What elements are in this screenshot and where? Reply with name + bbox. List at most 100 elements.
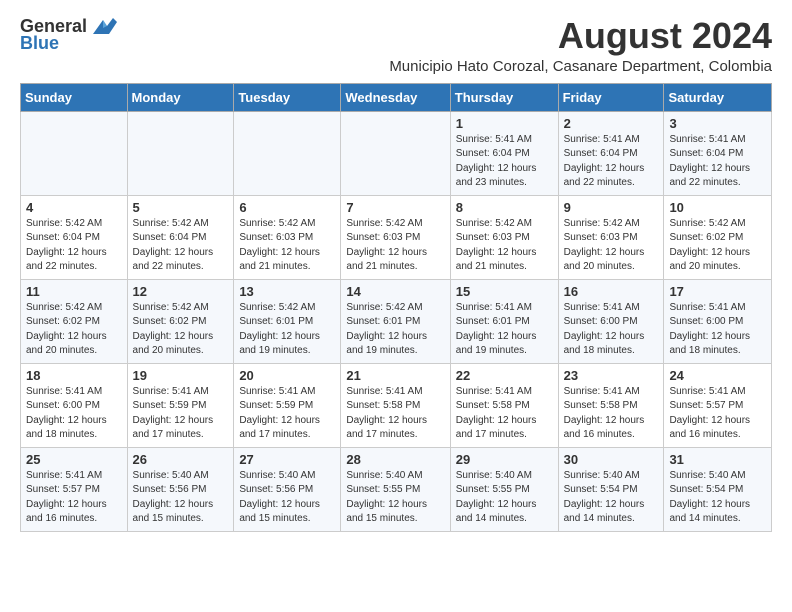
calendar-cell: 11 Sunrise: 5:42 AM Sunset: 6:02 PM Dayli… [21, 279, 128, 363]
calendar-cell: 10 Sunrise: 5:42 AM Sunset: 6:02 PM Dayli… [664, 195, 772, 279]
calendar-cell: 7Sunrise: 5:42 AM Sunset: 6:03 PM Daylig… [341, 195, 450, 279]
calendar-cell: 14 Sunrise: 5:42 AM Sunset: 6:01 PM Dayli… [341, 279, 450, 363]
calendar-cell: 1 Sunrise: 5:41 AM Sunset: 6:04 PM Daylig… [450, 111, 558, 195]
calendar-cell: 19 Sunrise: 5:41 AM Sunset: 5:59 PM Dayli… [127, 363, 234, 447]
day-number: 18 [26, 368, 122, 383]
calendar-cell: 30 Sunrise: 5:40 AM Sunset: 5:54 PM Dayli… [558, 447, 664, 531]
calendar-cell: 9 Sunrise: 5:42 AM Sunset: 6:03 PM Daylig… [558, 195, 664, 279]
calendar-cell: 21 Sunrise: 5:41 AM Sunset: 5:58 PM Dayli… [341, 363, 450, 447]
day-number: 9 [564, 200, 659, 215]
calendar-cell [234, 111, 341, 195]
day-number: 1 [456, 116, 553, 131]
day-info: Sunrise: 5:41 AM Sunset: 5:58 PM Dayligh… [346, 385, 444, 443]
calendar-cell [127, 111, 234, 195]
day-number: 6 [239, 200, 335, 215]
calendar-cell: 2 Sunrise: 5:41 AM Sunset: 6:04 PM Daylig… [558, 111, 664, 195]
logo-blue: Blue [20, 34, 117, 54]
day-number: 15 [456, 284, 553, 299]
day-number: 16 [564, 284, 659, 299]
calendar-cell: 22 Sunrise: 5:41 AM Sunset: 5:58 PM Dayli… [450, 363, 558, 447]
calendar-cell: 23Sunrise: 5:41 AM Sunset: 5:58 PM Dayli… [558, 363, 664, 447]
title-block: August 2024 Municipio Hato Corozal, Casa… [389, 16, 772, 75]
calendar-cell: 20 Sunrise: 5:41 AM Sunset: 5:59 PM Dayli… [234, 363, 341, 447]
calendar-cell: 31Sunrise: 5:40 AM Sunset: 5:54 PM Dayli… [664, 447, 772, 531]
day-info: Sunrise: 5:42 AM Sunset: 6:01 PM Dayligh… [239, 301, 335, 359]
day-info: Sunrise: 5:41 AM Sunset: 5:58 PM Dayligh… [564, 385, 659, 443]
day-info: Sunrise: 5:40 AM Sunset: 5:55 PM Dayligh… [346, 469, 444, 527]
calendar-cell: 3 Sunrise: 5:41 AM Sunset: 6:04 PM Daylig… [664, 111, 772, 195]
day-info: Sunrise: 5:40 AM Sunset: 5:54 PM Dayligh… [564, 469, 659, 527]
day-info: Sunrise: 5:42 AM Sunset: 6:03 PM Dayligh… [346, 217, 444, 275]
calendar: SundayMondayTuesdayWednesdayThursdayFrid… [20, 83, 772, 532]
weekday-header-saturday: Saturday [664, 83, 772, 111]
main-title: August 2024 [389, 16, 772, 56]
day-info: Sunrise: 5:42 AM Sunset: 6:01 PM Dayligh… [346, 301, 444, 359]
calendar-cell: 17Sunrise: 5:41 AM Sunset: 6:00 PM Dayli… [664, 279, 772, 363]
calendar-cell: 15 Sunrise: 5:41 AM Sunset: 6:01 PM Dayli… [450, 279, 558, 363]
day-number: 26 [133, 452, 229, 467]
day-number: 27 [239, 452, 335, 467]
calendar-cell: 13 Sunrise: 5:42 AM Sunset: 6:01 PM Dayli… [234, 279, 341, 363]
header: General Blue August 2024 Municipio Hato … [20, 16, 772, 75]
subtitle: Municipio Hato Corozal, Casanare Departm… [389, 58, 772, 75]
day-info: Sunrise: 5:41 AM Sunset: 5:58 PM Dayligh… [456, 385, 553, 443]
day-info: Sunrise: 5:41 AM Sunset: 6:04 PM Dayligh… [564, 133, 659, 191]
week-row-5: 25 Sunrise: 5:41 AM Sunset: 5:57 PM Dayli… [21, 447, 772, 531]
day-info: Sunrise: 5:40 AM Sunset: 5:55 PM Dayligh… [456, 469, 553, 527]
day-number: 5 [133, 200, 229, 215]
day-number: 20 [239, 368, 335, 383]
day-number: 2 [564, 116, 659, 131]
day-number: 11 [26, 284, 122, 299]
calendar-cell: 25 Sunrise: 5:41 AM Sunset: 5:57 PM Dayli… [21, 447, 128, 531]
day-info: Sunrise: 5:41 AM Sunset: 5:57 PM Dayligh… [669, 385, 766, 443]
day-info: Sunrise: 5:41 AM Sunset: 6:00 PM Dayligh… [26, 385, 122, 443]
day-number: 22 [456, 368, 553, 383]
calendar-cell: 4 Sunrise: 5:42 AM Sunset: 6:04 PM Daylig… [21, 195, 128, 279]
week-row-4: 18 Sunrise: 5:41 AM Sunset: 6:00 PM Dayli… [21, 363, 772, 447]
day-info: Sunrise: 5:42 AM Sunset: 6:03 PM Dayligh… [456, 217, 553, 275]
day-info: Sunrise: 5:42 AM Sunset: 6:04 PM Dayligh… [133, 217, 229, 275]
calendar-cell [341, 111, 450, 195]
day-info: Sunrise: 5:41 AM Sunset: 5:59 PM Dayligh… [133, 385, 229, 443]
logo: General Blue [20, 16, 117, 54]
day-info: Sunrise: 5:41 AM Sunset: 6:04 PM Dayligh… [669, 133, 766, 191]
day-number: 28 [346, 452, 444, 467]
day-number: 12 [133, 284, 229, 299]
week-row-1: 1 Sunrise: 5:41 AM Sunset: 6:04 PM Daylig… [21, 111, 772, 195]
weekday-header-friday: Friday [558, 83, 664, 111]
calendar-cell: 18 Sunrise: 5:41 AM Sunset: 6:00 PM Dayli… [21, 363, 128, 447]
day-number: 19 [133, 368, 229, 383]
weekday-header-wednesday: Wednesday [341, 83, 450, 111]
day-number: 10 [669, 200, 766, 215]
day-info: Sunrise: 5:41 AM Sunset: 6:00 PM Dayligh… [669, 301, 766, 359]
day-number: 14 [346, 284, 444, 299]
calendar-cell: 29 Sunrise: 5:40 AM Sunset: 5:55 PM Dayli… [450, 447, 558, 531]
day-number: 13 [239, 284, 335, 299]
calendar-cell: 24Sunrise: 5:41 AM Sunset: 5:57 PM Dayli… [664, 363, 772, 447]
weekday-header-row: SundayMondayTuesdayWednesdayThursdayFrid… [21, 83, 772, 111]
day-number: 30 [564, 452, 659, 467]
calendar-cell: 6Sunrise: 5:42 AM Sunset: 6:03 PM Daylig… [234, 195, 341, 279]
day-number: 4 [26, 200, 122, 215]
day-info: Sunrise: 5:41 AM Sunset: 6:01 PM Dayligh… [456, 301, 553, 359]
weekday-header-sunday: Sunday [21, 83, 128, 111]
day-number: 29 [456, 452, 553, 467]
day-info: Sunrise: 5:42 AM Sunset: 6:02 PM Dayligh… [133, 301, 229, 359]
calendar-cell: 16Sunrise: 5:41 AM Sunset: 6:00 PM Dayli… [558, 279, 664, 363]
day-info: Sunrise: 5:42 AM Sunset: 6:03 PM Dayligh… [564, 217, 659, 275]
day-info: Sunrise: 5:42 AM Sunset: 6:02 PM Dayligh… [26, 301, 122, 359]
day-number: 21 [346, 368, 444, 383]
day-number: 3 [669, 116, 766, 131]
day-info: Sunrise: 5:40 AM Sunset: 5:56 PM Dayligh… [239, 469, 335, 527]
day-info: Sunrise: 5:41 AM Sunset: 5:59 PM Dayligh… [239, 385, 335, 443]
day-info: Sunrise: 5:41 AM Sunset: 6:04 PM Dayligh… [456, 133, 553, 191]
week-row-3: 11 Sunrise: 5:42 AM Sunset: 6:02 PM Dayli… [21, 279, 772, 363]
day-info: Sunrise: 5:42 AM Sunset: 6:02 PM Dayligh… [669, 217, 766, 275]
day-info: Sunrise: 5:42 AM Sunset: 6:04 PM Dayligh… [26, 217, 122, 275]
calendar-cell: 28 Sunrise: 5:40 AM Sunset: 5:55 PM Dayli… [341, 447, 450, 531]
day-info: Sunrise: 5:41 AM Sunset: 5:57 PM Dayligh… [26, 469, 122, 527]
week-row-2: 4 Sunrise: 5:42 AM Sunset: 6:04 PM Daylig… [21, 195, 772, 279]
calendar-cell: 8Sunrise: 5:42 AM Sunset: 6:03 PM Daylig… [450, 195, 558, 279]
day-number: 25 [26, 452, 122, 467]
day-info: Sunrise: 5:40 AM Sunset: 5:54 PM Dayligh… [669, 469, 766, 527]
